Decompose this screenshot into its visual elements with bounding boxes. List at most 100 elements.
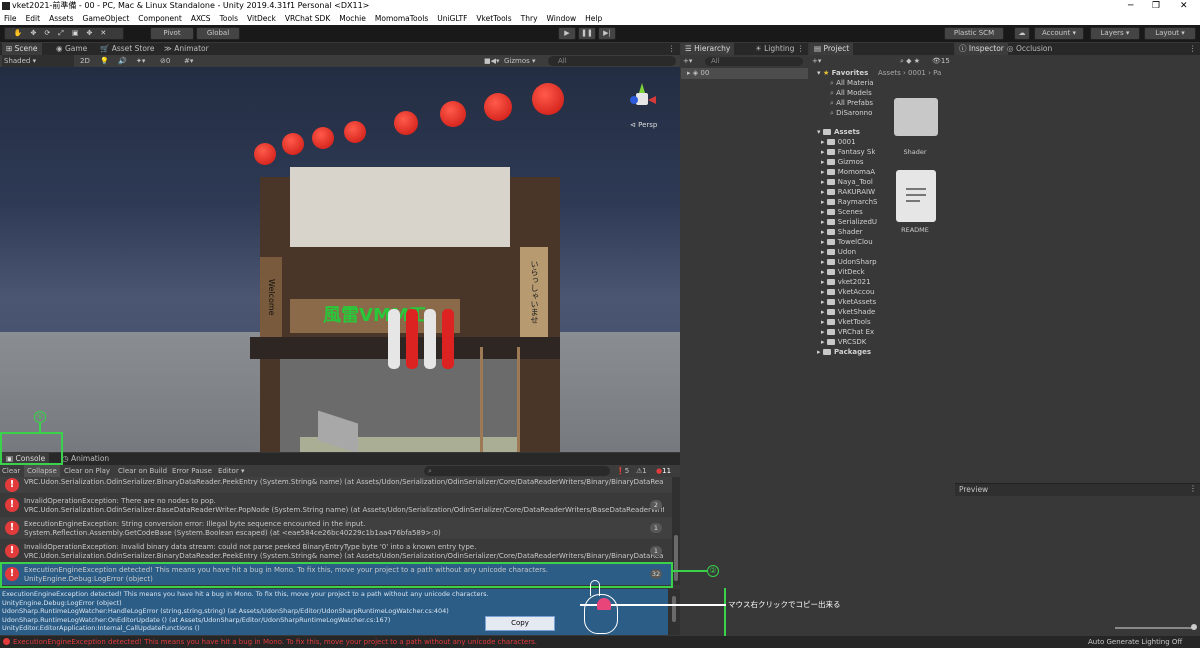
hidden-objects-count[interactable]: ⊘0 bbox=[160, 55, 170, 67]
console-log-row[interactable]: ! InvalidOperationException: Invalid bina… bbox=[0, 540, 672, 562]
favorite-item[interactable]: ⌕ All Materia bbox=[830, 79, 890, 88]
log-count-toggle[interactable]: ❗5 bbox=[616, 465, 629, 477]
plastic-scm-button[interactable]: Plastic SCM bbox=[944, 27, 1004, 40]
console-log-row[interactable]: ! VRC.Udon.Serialization.OdinSerializer.B… bbox=[0, 477, 672, 493]
project-folder[interactable]: ▸ VRChat Ex bbox=[821, 328, 881, 337]
project-folder[interactable]: ▸ VRCSDK bbox=[821, 338, 881, 347]
create-icon[interactable]: +▾ bbox=[812, 57, 821, 65]
project-folder[interactable]: ▸ UdonSharp bbox=[821, 258, 881, 267]
panel-menu-icon[interactable]: ⋮ bbox=[1189, 484, 1197, 493]
project-breadcrumb[interactable]: Assets › 0001 › Pa bbox=[878, 69, 954, 77]
slider-handle[interactable] bbox=[1191, 624, 1197, 630]
menu-item[interactable]: VitDeck bbox=[247, 12, 276, 25]
menu-item[interactable]: AXCS bbox=[191, 12, 211, 25]
menu-item[interactable]: Tools bbox=[220, 12, 238, 25]
close-icon[interactable]: ✕ bbox=[1180, 0, 1188, 12]
project-folder[interactable]: ▸ MomomaA bbox=[821, 168, 881, 177]
console-scrollbar[interactable] bbox=[672, 477, 680, 585]
panel-menu-icon[interactable]: ⋮ bbox=[668, 43, 676, 55]
menu-item[interactable]: GameObject bbox=[83, 12, 130, 25]
shading-dropdown[interactable]: Shaded ▾ bbox=[2, 55, 74, 67]
project-folder[interactable]: ▸ Shader bbox=[821, 228, 881, 237]
layers-dropdown[interactable]: Layers ▾ bbox=[1090, 27, 1140, 40]
pivot-toggle[interactable]: Pivot bbox=[150, 27, 194, 40]
error-count-toggle[interactable]: ●11 bbox=[656, 465, 671, 477]
editor-dropdown[interactable]: Editor ▾ bbox=[218, 465, 244, 477]
project-folder[interactable]: ▸ 0001 bbox=[821, 138, 881, 147]
menu-item[interactable]: Component bbox=[138, 12, 182, 25]
tab-occlusion[interactable]: ◎ Occlusion bbox=[1003, 43, 1056, 55]
project-folder[interactable]: ▸ TowelClou bbox=[821, 238, 881, 247]
audio-toggle-icon[interactable]: 🔊 bbox=[118, 55, 127, 67]
project-folder[interactable]: ▸ VketTools bbox=[821, 318, 881, 327]
project-folder[interactable]: ▸ RaymarchS bbox=[821, 198, 881, 207]
clear-on-play-toggle[interactable]: Clear on Play bbox=[64, 465, 110, 477]
panel-menu-icon[interactable]: ⋮ bbox=[797, 43, 805, 55]
project-folder[interactable]: ▸ VketAssets bbox=[821, 298, 881, 307]
global-toggle[interactable]: Global bbox=[196, 27, 240, 40]
project-folder[interactable]: ▸ RAKURAIW bbox=[821, 188, 881, 197]
camera-dropdown-icon[interactable]: ■◀▾ bbox=[484, 55, 500, 67]
collapse-toggle[interactable]: Collapse bbox=[24, 465, 60, 477]
favorite-item[interactable]: ⌕ All Prefabs bbox=[830, 99, 890, 108]
project-folder[interactable]: ▸ Fantasy Sk bbox=[821, 148, 881, 157]
console-search-input[interactable]: ⌕ bbox=[424, 466, 610, 476]
restore-icon[interactable]: ❐ bbox=[1152, 0, 1160, 12]
status-message[interactable]: ExecutionEngineException detected! This … bbox=[13, 636, 813, 648]
tab-lighting[interactable]: ☀ Lighting bbox=[751, 43, 798, 55]
gizmos-dropdown[interactable]: Gizmos ▾ bbox=[504, 55, 536, 67]
scene-view[interactable]: Welcome 風雷VMM工 いらっしゃいませ ⊲ Persp ① bbox=[0, 67, 680, 452]
orientation-gizmo[interactable]: ⊲ Persp bbox=[622, 77, 668, 137]
hierarchy-root-item[interactable]: ▸ ◈ 00 bbox=[681, 68, 808, 79]
hierarchy-search-input[interactable]: All bbox=[705, 57, 803, 66]
tab-animator[interactable]: ≫ Animator bbox=[160, 43, 213, 55]
project-folder[interactable]: ▸ VketShade bbox=[821, 308, 881, 317]
menu-item[interactable]: Assets bbox=[49, 12, 73, 25]
asset-readme-file[interactable]: README bbox=[890, 170, 940, 236]
effects-dropdown-icon[interactable]: ✦▾ bbox=[136, 55, 145, 67]
project-folder[interactable]: ▸ Gizmos bbox=[821, 158, 881, 167]
tab-project[interactable]: ▤ Project bbox=[810, 43, 854, 55]
asset-shader-folder[interactable]: Shader bbox=[890, 98, 940, 160]
project-folder[interactable]: ▸ VketAccou bbox=[821, 288, 881, 297]
gizmo-x-axis-icon[interactable] bbox=[648, 96, 656, 104]
project-folder[interactable]: ▸ Naya_Tool bbox=[821, 178, 881, 187]
project-folder[interactable]: ▸ vket2021 bbox=[821, 278, 881, 287]
auto-lighting-status[interactable]: Auto Generate Lighting Off bbox=[1088, 636, 1182, 648]
packages-header[interactable]: ▸ Packages bbox=[817, 348, 877, 357]
pause-button[interactable]: ❚❚ bbox=[578, 27, 596, 40]
tab-game[interactable]: ◉ Game bbox=[52, 43, 91, 55]
step-button[interactable]: ▶| bbox=[598, 27, 616, 40]
error-pause-toggle[interactable]: Error Pause bbox=[172, 465, 212, 477]
add-icon[interactable]: +▾ bbox=[683, 57, 692, 65]
transform-tools[interactable]: ✋✥⟳⤢▣✥✕ bbox=[4, 27, 124, 40]
persp-label[interactable]: ⊲ Persp bbox=[630, 121, 657, 129]
grid-toggle-icon[interactable]: #▾ bbox=[184, 55, 193, 67]
favorite-item[interactable]: ⌕ DiSaronno bbox=[830, 109, 890, 118]
assets-header[interactable]: ▾ Assets bbox=[817, 128, 877, 137]
clear-on-build-toggle[interactable]: Clear on Build bbox=[118, 465, 167, 477]
filter-icons[interactable]: ⌕ ◆ ★ bbox=[900, 56, 920, 67]
console-scrollbar-thumb[interactable] bbox=[674, 535, 678, 581]
tab-animation[interactable]: ◷ Animation bbox=[58, 453, 113, 465]
layout-dropdown[interactable]: Layout ▾ bbox=[1144, 27, 1196, 40]
menu-item[interactable]: MomomaTools bbox=[375, 12, 428, 25]
tab-hierarchy[interactable]: ☰ Hierarchy bbox=[681, 43, 735, 55]
menu-item[interactable]: File bbox=[4, 12, 17, 25]
project-folder[interactable]: ▸ SerializedU bbox=[821, 218, 881, 227]
project-folder[interactable]: ▸ Udon bbox=[821, 248, 881, 257]
lighting-toggle-icon[interactable]: 💡 bbox=[100, 55, 109, 67]
favorite-item[interactable]: ⌕ All Models bbox=[830, 89, 890, 98]
clear-button[interactable]: Clear bbox=[2, 465, 20, 477]
menu-item[interactable]: VketTools bbox=[476, 12, 511, 25]
menu-item[interactable]: VRChat SDK bbox=[285, 12, 330, 25]
preview-zoom-slider[interactable] bbox=[1115, 627, 1195, 629]
menu-item[interactable]: Thry bbox=[521, 12, 538, 25]
project-folder[interactable]: ▸ Scenes bbox=[821, 208, 881, 217]
console-log-row[interactable]: ! ExecutionEngineException: String conver… bbox=[0, 517, 672, 539]
account-dropdown[interactable]: Account ▾ bbox=[1034, 27, 1084, 40]
panel-menu-icon[interactable]: ⋮ bbox=[1189, 43, 1197, 55]
gizmo-z-axis-icon[interactable] bbox=[630, 96, 638, 104]
menu-item[interactable]: Mochie bbox=[339, 12, 366, 25]
menu-item[interactable]: Edit bbox=[26, 12, 41, 25]
